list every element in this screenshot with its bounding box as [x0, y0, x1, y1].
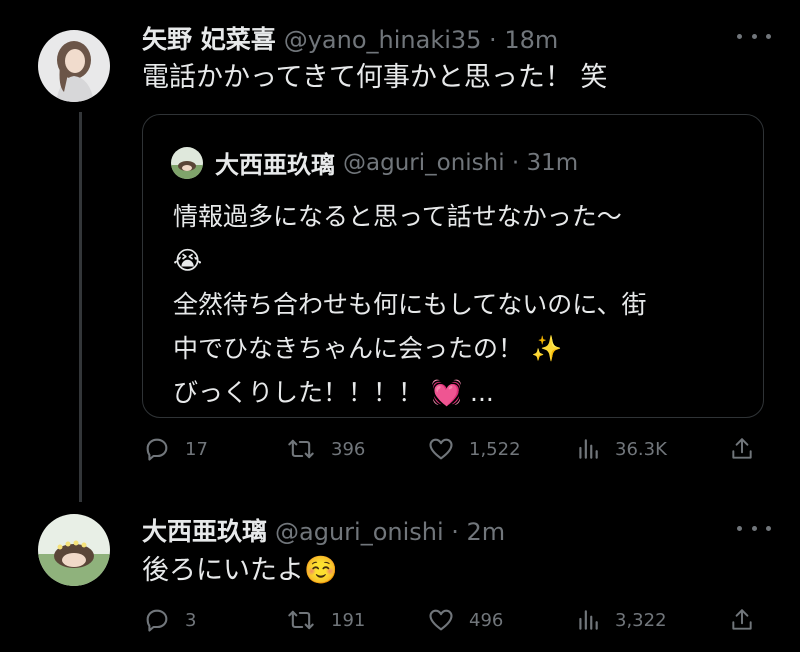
views-count: 3,322: [615, 609, 667, 631]
retweet-icon: [288, 610, 314, 630]
retweet-count: 191: [331, 609, 366, 631]
more-icon[interactable]: [737, 518, 771, 538]
quoted-avatar: [171, 146, 203, 179]
reply-count: 3: [185, 609, 197, 631]
quoted-text-line: 情報過多になると思って話せなかった〜: [173, 202, 622, 231]
views-icon: [579, 610, 598, 630]
tweet2-author-name[interactable]: 大西亜玖璃: [142, 512, 267, 548]
retweet-button[interactable]: 191: [285, 602, 365, 638]
quoted-text-line: びっくりした！！！！ 💓 ...: [173, 378, 494, 407]
avatar-onishi[interactable]: [38, 514, 110, 586]
views-icon: [579, 439, 598, 459]
heart-icon: [429, 609, 453, 631]
tweet2-actions: 3 191 496 3,322: [143, 602, 763, 638]
tweet2-text: 後ろにいたよ☺️: [142, 555, 338, 586]
share-icon: [732, 438, 752, 459]
retweet-icon: [288, 439, 314, 459]
quoted-text: 情報過多になると思って話せなかった〜 😭 全然待ち合わせも何にもしてないのに、街…: [173, 195, 647, 415]
views-button[interactable]: 3,322: [575, 602, 667, 638]
thread-line: [79, 112, 82, 502]
like-count: 496: [469, 609, 504, 631]
quoted-author-name: 大西亜玖璃: [215, 151, 335, 179]
quoted-handle: @aguri_onishi · 31m: [343, 149, 579, 176]
views-count: 36.3K: [615, 438, 667, 460]
tweet1-author-name[interactable]: 矢野 妃菜喜: [142, 20, 276, 56]
share-icon: [732, 609, 752, 630]
tweet1-handle[interactable]: @yano_hinaki35 · 18m: [284, 26, 559, 54]
heart-icon: [429, 438, 453, 460]
tweet1-actions: 17 396 1,522 36.3K: [143, 431, 763, 467]
quoted-tweet-header: 大西亜玖璃 @aguri_onishi · 31m: [171, 145, 578, 180]
share-button[interactable]: [729, 431, 755, 467]
views-button[interactable]: 36.3K: [575, 431, 667, 467]
reply-icon: [146, 609, 168, 632]
avatar-yano[interactable]: [38, 30, 110, 102]
like-count: 1,522: [469, 438, 521, 460]
quoted-tweet[interactable]: 大西亜玖璃 @aguri_onishi · 31m 情報過多になると思って話せな…: [142, 114, 764, 418]
share-button[interactable]: [729, 602, 755, 638]
more-icon[interactable]: [737, 26, 771, 46]
tweet2-handle[interactable]: @aguri_onishi · 2m: [275, 518, 505, 546]
like-button[interactable]: 1,522: [427, 431, 521, 467]
like-button[interactable]: 496: [427, 602, 503, 638]
retweet-count: 396: [331, 438, 366, 460]
quoted-text-line: 😭: [173, 246, 203, 275]
reply-count: 17: [185, 438, 208, 460]
tweet2-header: 大西亜玖璃 @aguri_onishi · 2m: [142, 512, 505, 548]
reply-button[interactable]: 17: [143, 431, 208, 467]
tweet1-text: 電話かかってきて何事かと思った！ 笑: [142, 62, 608, 93]
tweet1-header: 矢野 妃菜喜 @yano_hinaki35 · 18m: [142, 20, 558, 56]
retweet-button[interactable]: 396: [285, 431, 365, 467]
reply-icon: [146, 438, 168, 461]
quoted-text-line: 中でひなきちゃんに会ったの！ ✨: [173, 334, 563, 363]
quoted-text-line: 全然待ち合わせも何にもしてないのに、街: [173, 290, 647, 319]
reply-button[interactable]: 3: [143, 602, 196, 638]
